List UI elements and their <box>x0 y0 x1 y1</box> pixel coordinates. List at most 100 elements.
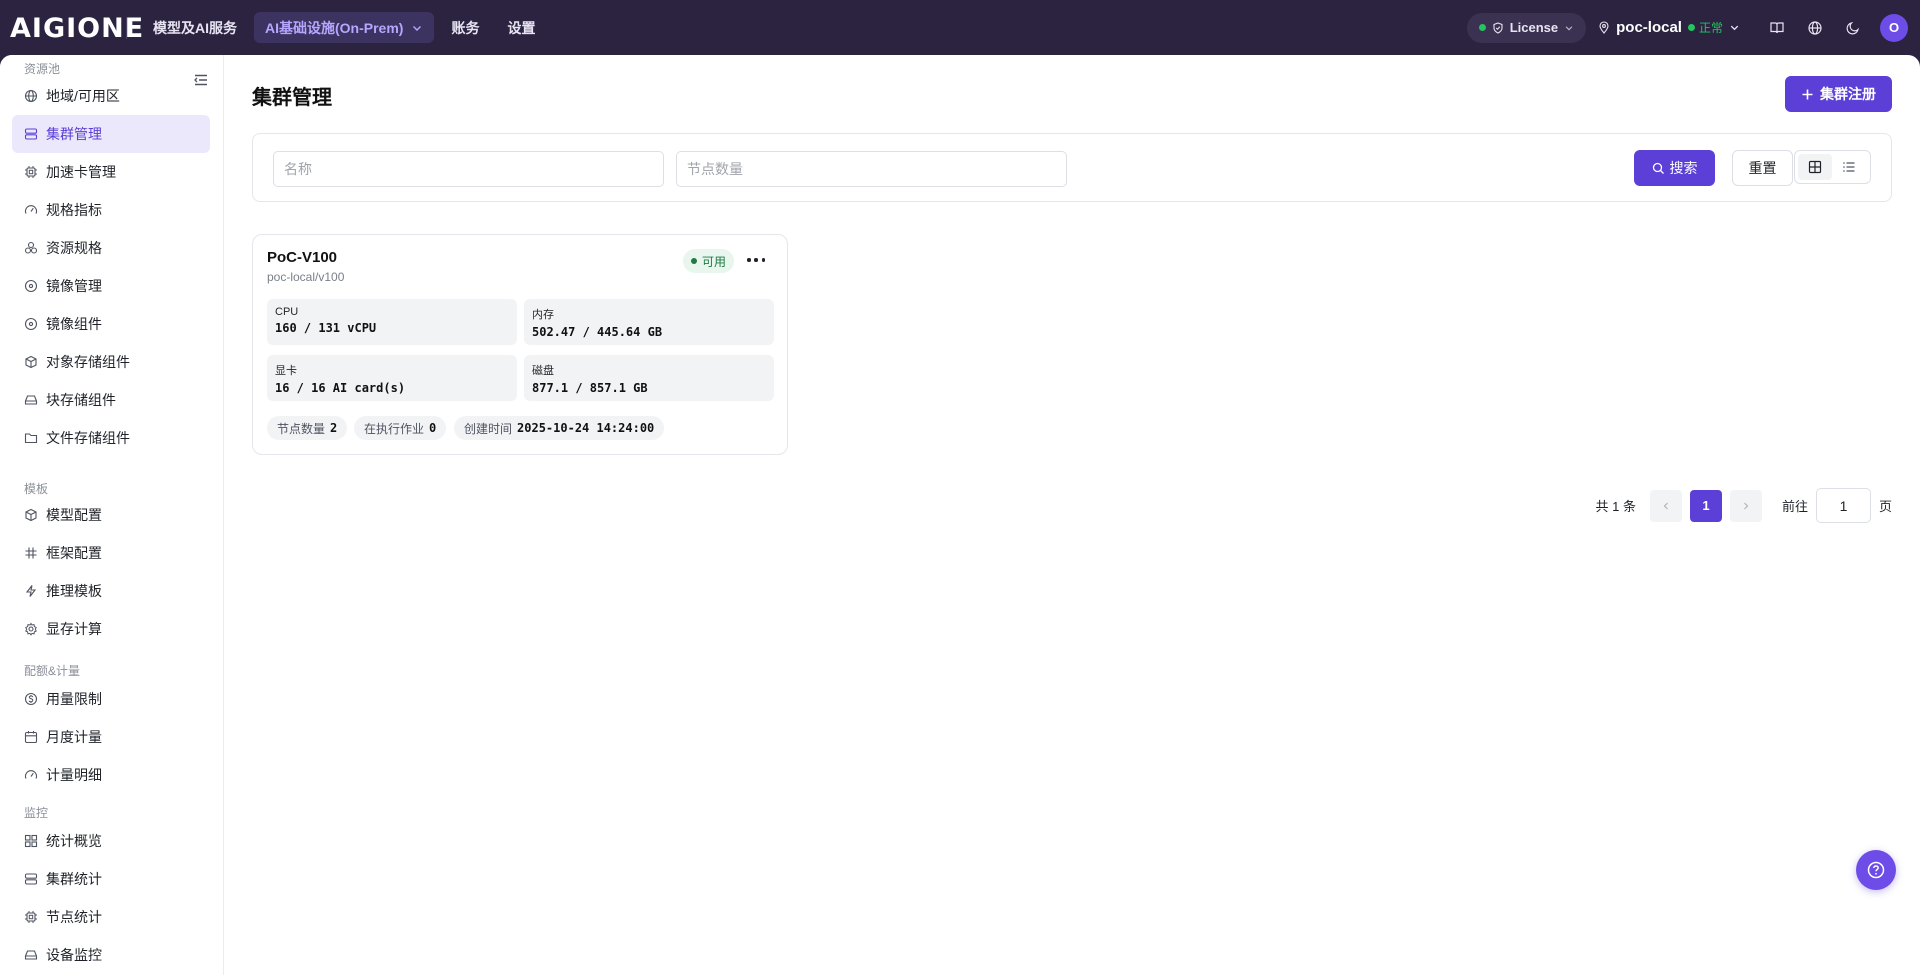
docs-button[interactable] <box>1758 9 1796 47</box>
help-button[interactable] <box>1856 850 1896 890</box>
sidebar-item-spec-metrics[interactable]: 规格指标 <box>12 191 210 229</box>
gpu-value: 16 / 16 AI card(s) <box>275 381 406 395</box>
sidebar-item-label: 框架配置 <box>46 545 102 561</box>
sidebar-item-usage-limits[interactable]: 用量限制 <box>12 680 210 718</box>
chip-icon <box>25 166 37 178</box>
node-count-label: 节点数量 <box>277 421 326 436</box>
region-status-text: 正常 <box>1698 21 1723 35</box>
sidebar-item-label: 文件存储组件 <box>46 430 130 446</box>
list-view-toggle[interactable] <box>1832 154 1866 180</box>
sidebar-item-file-storage[interactable]: 文件存储组件 <box>12 419 210 457</box>
nav-label: 模型及AI服务 <box>153 19 237 36</box>
sidebar-item-model-config[interactable]: 模型配置 <box>12 496 210 534</box>
sidebar-item-device-monitoring[interactable]: 设备监控 <box>12 936 210 974</box>
sidebar-section-quota: 配额&计量 <box>24 664 81 678</box>
memory-label: 内存 <box>532 309 554 321</box>
shield-icon <box>1493 21 1503 34</box>
sidebar-item-monthly-metering[interactable]: 月度计量 <box>12 718 210 756</box>
hard-drive-icon <box>24 395 38 405</box>
more-dot <box>754 258 758 262</box>
sidebar-item-label: 模型配置 <box>46 507 102 523</box>
cluster-card[interactable]: PoC-V100 poc-local/v100 可用 CPU 160 / 131… <box>252 234 788 455</box>
location-pin-icon <box>1599 21 1609 34</box>
goto-page-input[interactable] <box>1815 488 1871 523</box>
sidebar-item-accelerators[interactable]: 加速卡管理 <box>12 153 210 191</box>
reset-button[interactable]: 重置 <box>1732 150 1793 186</box>
created-time-chip: 创建时间 2025-10-24 14:24:00 <box>454 416 665 440</box>
chevron-right-icon <box>1744 502 1749 509</box>
sidebar-item-regions[interactable]: 地域/可用区 <box>12 77 210 115</box>
running-jobs-chip: 在执行作业 0 <box>354 416 447 440</box>
sidebar-item-images[interactable]: 镜像管理 <box>12 267 210 305</box>
language-button[interactable] <box>1796 9 1834 47</box>
sidebar-item-clusters[interactable]: 集群管理 <box>12 115 210 153</box>
box-icon <box>25 355 37 369</box>
gauge-icon <box>24 205 38 214</box>
sidebar-item-label: 月度计量 <box>46 729 102 745</box>
sidebar-section-resource-pool: 资源池 <box>24 62 61 76</box>
gauge-icon <box>24 770 38 779</box>
book-icon <box>1770 21 1784 33</box>
grid-icon <box>24 834 38 848</box>
nav-billing[interactable]: 账务 <box>440 12 490 43</box>
sidebar-item-label: 设备监控 <box>46 947 102 963</box>
sidebar-item-label: 加速卡管理 <box>46 164 116 180</box>
sidebar: 资源池 地域/可用区 集群管理 加速卡管理 规格指标 资源规格 镜像管理 镜像组… <box>0 55 224 975</box>
page-number-button[interactable]: 1 <box>1689 489 1722 522</box>
cpu-stat: CPU 160 / 131 vCPU <box>267 299 517 345</box>
chevron-left-icon <box>1663 502 1668 509</box>
sidebar-item-image-components[interactable]: 镜像组件 <box>12 305 210 343</box>
theme-toggle[interactable] <box>1834 9 1872 47</box>
sidebar-item-label: 集群管理 <box>46 126 102 142</box>
sidebar-item-label: 对象存储组件 <box>46 354 130 370</box>
name-filter-input[interactable] <box>273 151 664 187</box>
sidebar-item-node-stats[interactable]: 节点统计 <box>12 898 210 936</box>
app-logo[interactable]: AIGIONE <box>10 13 144 44</box>
sidebar-item-cluster-stats[interactable]: 集群统计 <box>12 860 210 898</box>
search-button[interactable]: 搜索 <box>1634 150 1715 186</box>
sidebar-item-stats-overview[interactable]: 统计概览 <box>12 822 210 860</box>
register-cluster-button[interactable]: 集群注册 <box>1785 76 1892 112</box>
nav-label: 设置 <box>507 19 536 36</box>
sidebar-item-object-storage[interactable]: 对象存储组件 <box>12 343 210 381</box>
nav-settings[interactable]: 设置 <box>496 12 546 43</box>
next-page-button[interactable] <box>1729 489 1762 522</box>
sidebar-item-resource-specs[interactable]: 资源规格 <box>12 229 210 267</box>
disk-label: 磁盘 <box>532 365 554 377</box>
coin-icon <box>24 692 38 706</box>
sidebar-item-label: 规格指标 <box>46 202 102 218</box>
node-count-value: 2 <box>330 421 338 435</box>
disc-icon <box>24 279 38 293</box>
sidebar-item-label: 推理模板 <box>46 583 102 599</box>
disk-value: 877.1 / 857.1 GB <box>532 381 648 395</box>
sidebar-item-metering-details[interactable]: 计量明细 <box>12 756 210 794</box>
logo-divider <box>126 17 127 39</box>
region-selector[interactable]: poc-local 正常 <box>1598 19 1740 36</box>
nav-ai-infrastructure[interactable]: AI基础设施(On-Prem) <box>254 12 435 43</box>
chevron-down-icon <box>1730 25 1739 31</box>
list-icon <box>1843 162 1855 172</box>
nav-model-ai-services[interactable]: 模型及AI服务 <box>142 12 248 43</box>
user-avatar[interactable]: O <box>1880 13 1908 42</box>
gear-icon <box>25 622 37 636</box>
globe-icon <box>1808 20 1822 35</box>
memory-stat: 内存 502.47 / 445.64 GB <box>524 299 774 345</box>
sidebar-section-monitoring: 监控 <box>24 806 49 820</box>
more-actions-button[interactable] <box>747 253 765 267</box>
nav-label: AI基础设施(On-Prem) <box>265 19 404 36</box>
grid-view-toggle[interactable] <box>1798 154 1832 180</box>
license-status-dot <box>1478 24 1486 31</box>
sidebar-item-block-storage[interactable]: 块存储组件 <box>12 381 210 419</box>
cpu-label: CPU <box>275 306 299 318</box>
license-dropdown[interactable]: License <box>1466 12 1587 43</box>
sidebar-item-framework-config[interactable]: 框架配置 <box>12 534 210 572</box>
bolt-icon <box>25 585 37 597</box>
nodes-filter-input[interactable] <box>676 151 1067 187</box>
sidebar-item-vram-calc[interactable]: 显存计算 <box>12 610 210 648</box>
prev-page-button[interactable] <box>1649 489 1682 522</box>
search-button-label: 搜索 <box>1669 160 1698 176</box>
reset-button-label: 重置 <box>1748 160 1777 176</box>
sidebar-item-inference-templates[interactable]: 推理模板 <box>12 572 210 610</box>
chevron-down-icon <box>413 25 422 31</box>
running-jobs-label: 在执行作业 <box>364 421 425 436</box>
